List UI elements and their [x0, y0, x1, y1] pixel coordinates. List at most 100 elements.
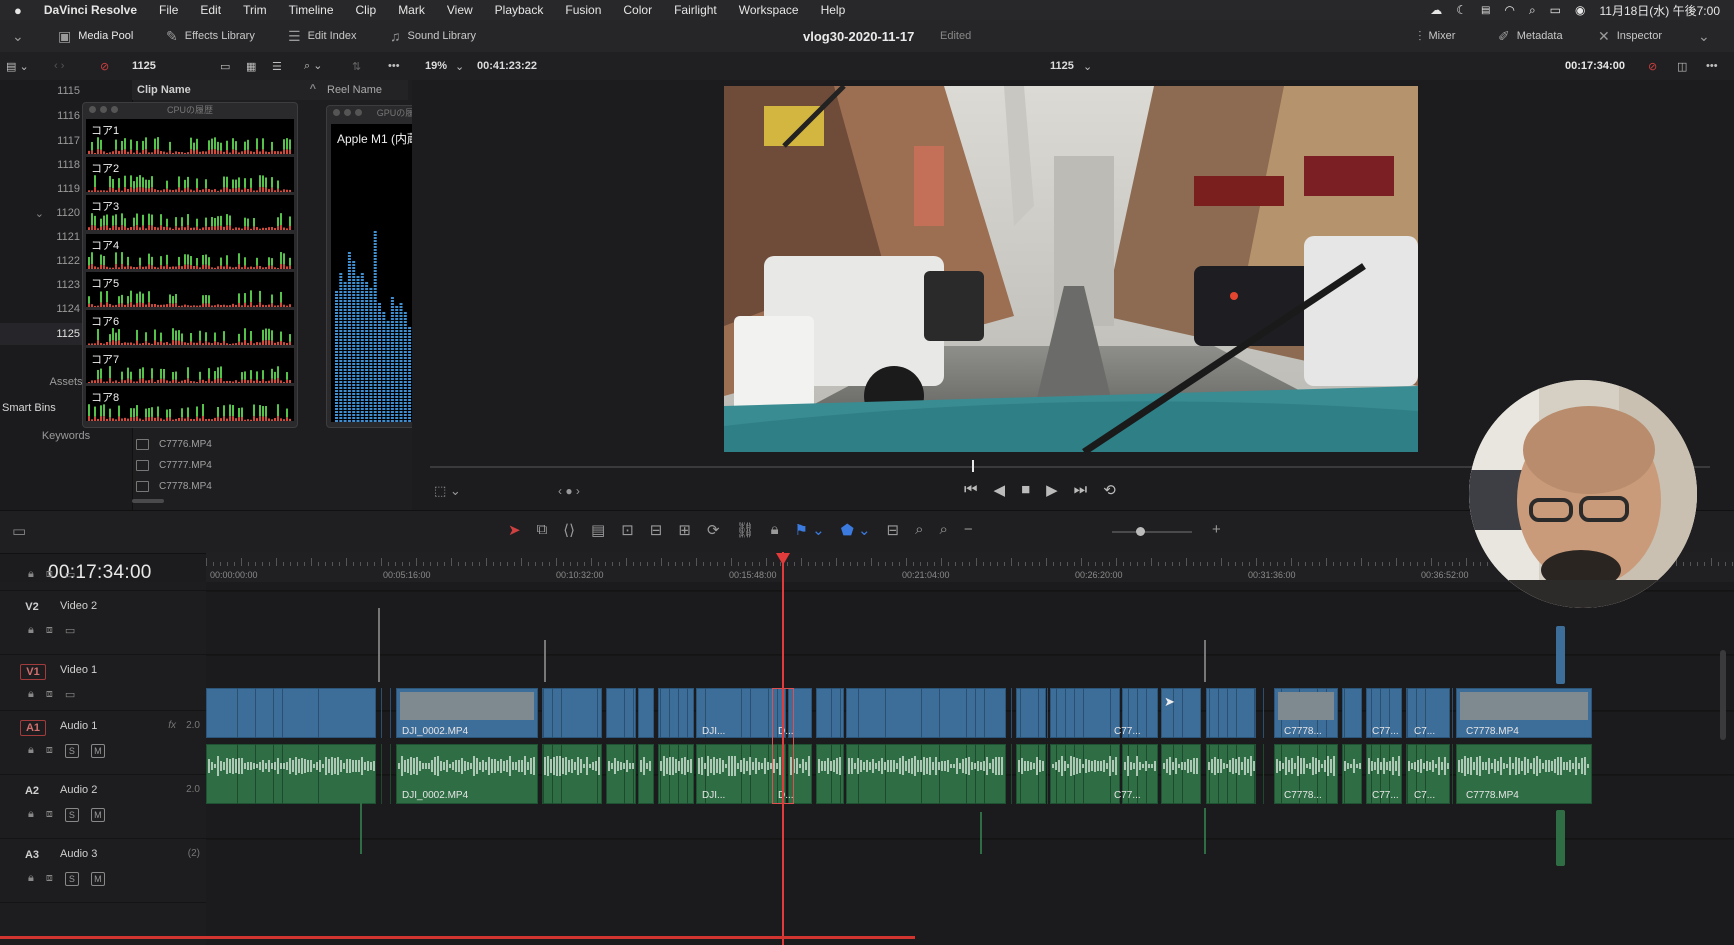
timeline-view-options-icon[interactable]: ▭ — [12, 522, 26, 540]
solo-button[interactable]: S — [64, 744, 79, 758]
insert-clip-icon[interactable]: ⊡ — [621, 521, 634, 539]
v2-clip-sliver[interactable] — [544, 640, 546, 682]
menu-fairlight[interactable]: Fairlight — [674, 3, 717, 17]
v2-clip-sliver[interactable] — [378, 608, 380, 682]
track-header-a2[interactable]: A2 Audio 2 2.0 🔒︎ ⧈ S M — [0, 774, 206, 839]
monitor-icon[interactable]: ▭ — [65, 568, 75, 581]
full-zoom-icon[interactable]: ⊟ — [887, 521, 900, 539]
chevron-down-icon[interactable]: ⌄ — [455, 52, 464, 80]
dual-viewer-icon[interactable]: ◫ — [1677, 52, 1687, 80]
chevron-down-icon[interactable]: ⌄ — [1083, 52, 1092, 80]
menu-workspace[interactable]: Workspace — [739, 3, 799, 17]
track-header-v1[interactable]: V1 Video 1 🔒︎ ⧈ ▭ — [0, 654, 206, 711]
bin-list-toggle-icon[interactable]: ▤ ⌄ — [6, 52, 29, 80]
track-header-a1[interactable]: A1 Audio 1 fx 2.0 🔒︎ ⧈ S M — [0, 710, 206, 775]
track-name[interactable]: Video 1 — [60, 664, 97, 676]
menu-mark[interactable]: Mark — [398, 3, 425, 17]
auto-select-icon[interactable]: ⧈ — [46, 808, 53, 822]
menu-help[interactable]: Help — [821, 3, 846, 17]
track-name[interactable]: Audio 1 — [60, 720, 97, 732]
timeline-tracks[interactable]: DJI_0002.MP4 DJI_0002.MP4 DJI... DJI... D...… — [206, 582, 1734, 945]
audio-clip[interactable] — [638, 744, 654, 804]
apple-menu-icon[interactable]: ● — [14, 3, 22, 18]
audio-clip[interactable] — [542, 744, 602, 804]
audio-clip-sliver[interactable] — [980, 812, 982, 854]
auto-select-icon[interactable]: ⧈ — [46, 872, 53, 886]
menu-edit[interactable]: Edit — [200, 3, 221, 17]
timeline-name-dropdown[interactable]: 1125 — [1050, 52, 1074, 80]
blade-tool-icon[interactable]: ▤ — [591, 521, 605, 539]
app-menu[interactable]: DaVinci Resolve — [44, 3, 137, 17]
menu-clock[interactable]: 11月18日(水) 午後7:00 — [1600, 2, 1721, 19]
list-item[interactable]: C7776.MP4 — [136, 434, 386, 454]
viewer-frame[interactable] — [724, 86, 1418, 452]
audio-clip[interactable] — [846, 744, 1006, 804]
siri-icon[interactable]: ◉ — [1575, 3, 1585, 17]
menu-clip[interactable]: Clip — [356, 3, 377, 17]
zoom-slider-handle[interactable] — [1136, 527, 1145, 536]
detail-zoom-icon[interactable]: ⌕ — [915, 521, 923, 539]
custom-zoom-icon[interactable]: ⌕ — [940, 521, 948, 539]
track-destination-control[interactable]: A1 — [20, 720, 46, 736]
sound-library-button[interactable]: ♫ Sound Library — [390, 20, 476, 52]
snapping-icon[interactable]: ⟳ — [707, 521, 720, 539]
lock-icon[interactable]: 🔒︎ — [28, 744, 34, 758]
jog-wheel-icon[interactable]: ‹ ● › — [558, 484, 580, 498]
marker-icon[interactable]: ⬟ ⌄ — [841, 521, 871, 539]
a2-clip[interactable] — [1556, 810, 1565, 866]
zoom-slider[interactable] — [1112, 531, 1192, 533]
video-clip[interactable] — [206, 688, 376, 738]
track-destination-control[interactable]: A3 — [20, 848, 44, 862]
viewer-zoom-level[interactable]: 19% — [425, 52, 447, 80]
track-name[interactable]: Audio 2 — [60, 784, 97, 796]
v2-clip-sliver[interactable] — [1204, 640, 1206, 682]
inspector-button[interactable]: ✕ Inspector — [1598, 20, 1662, 52]
menu-fusion[interactable]: Fusion — [565, 3, 601, 17]
media-pool-scrollbar[interactable] — [132, 499, 164, 503]
audio-clip-sliver[interactable] — [1204, 808, 1206, 854]
solo-button[interactable]: S — [64, 808, 79, 822]
audio-clip[interactable] — [606, 744, 636, 804]
thumbnail-view-icon[interactable]: ▦ — [246, 52, 256, 80]
audio-clip-sliver[interactable] — [360, 794, 362, 854]
metadata-button[interactable]: ✐ Metadata — [1498, 20, 1563, 52]
auto-select-icon[interactable]: ⧈ — [46, 744, 53, 758]
video-clip[interactable] — [658, 688, 694, 738]
zoom-out-icon[interactable]: − — [964, 521, 973, 539]
v2-clip[interactable] — [1556, 626, 1565, 684]
video-clip[interactable] — [606, 688, 636, 738]
auto-select-icon[interactable]: ⧈ — [46, 624, 53, 637]
search-icon[interactable]: ⌕ ⌄ — [304, 52, 322, 80]
position-lock-icon[interactable]: 🔒︎ — [771, 521, 779, 539]
video-clip[interactable] — [1342, 688, 1362, 738]
zoom-in-icon[interactable]: + — [1212, 521, 1221, 538]
chevron-down-icon[interactable]: ⌄ — [35, 207, 44, 220]
mute-button[interactable]: M — [90, 808, 105, 822]
linked-selection-icon[interactable]: ⛓ — [736, 521, 755, 539]
video-clip[interactable] — [638, 688, 654, 738]
video-clip[interactable] — [542, 688, 602, 738]
metadata-view-icon[interactable]: ▭ — [220, 52, 230, 80]
menu-timeline[interactable]: Timeline — [289, 3, 334, 17]
cpu-history-window[interactable]: CPUの履歴 コア1 コア2 コア3 コア4 コア5 コア6 コア7 コア8 — [82, 102, 298, 428]
nav-back-forward-icon[interactable]: ‹ › — [54, 52, 64, 80]
media-pool-button[interactable]: ▣ Media Pool — [58, 20, 133, 52]
panel-collapse-button[interactable]: ⌄ — [1698, 20, 1710, 52]
timeline-vertical-scrollbar[interactable] — [1720, 650, 1726, 740]
viewer-options-icon[interactable]: ••• — [1706, 52, 1718, 80]
overwrite-clip-icon[interactable]: ⊟ — [650, 521, 663, 539]
menu-file[interactable]: File — [159, 3, 178, 17]
monitor-icon[interactable]: ▭ — [65, 624, 75, 637]
mute-button[interactable]: M — [90, 744, 105, 758]
creative-cloud-icon[interactable]: ☁ — [1430, 3, 1442, 17]
playhead[interactable] — [782, 552, 784, 945]
input-source-flag-icon[interactable]: ▤ — [1481, 5, 1490, 16]
mute-button[interactable]: M — [90, 872, 105, 886]
play-icon[interactable]: ▶ — [1046, 481, 1058, 499]
reel-name-column-header[interactable]: Reel Name — [322, 80, 408, 100]
safe-area-icon[interactable]: ⬚ ⌄ — [434, 483, 461, 499]
audio-clip[interactable] — [1342, 744, 1362, 804]
mixer-button[interactable]: ⫶ Mixer — [1418, 20, 1455, 52]
track-name[interactable]: Video 2 — [60, 600, 97, 612]
track-fx-badge[interactable]: fx — [168, 720, 176, 731]
